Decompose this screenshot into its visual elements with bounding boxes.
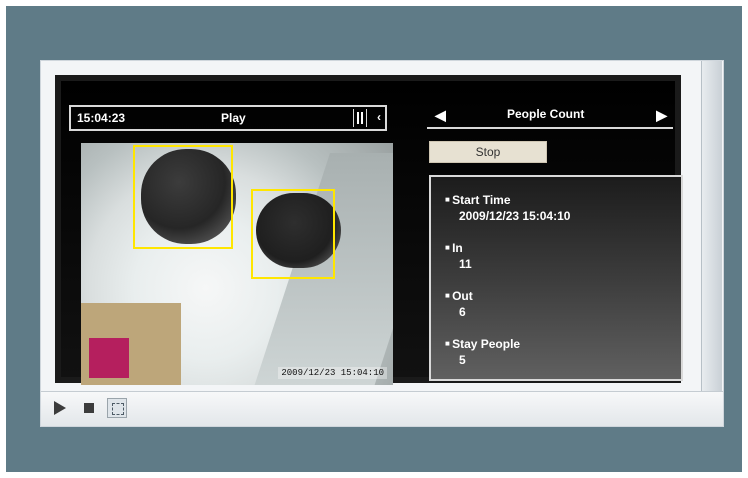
- right-arrow-icon[interactable]: ▶: [656, 107, 667, 124]
- play-icon[interactable]: [49, 398, 69, 418]
- video-frame: 2009/12/23 15:04:10: [81, 143, 393, 385]
- stat-value: 11: [459, 257, 472, 271]
- app-window: 15:04:23 Play ‹ 2009/12/23 15:04:10 ◀ Pe…: [40, 60, 724, 427]
- stat-label: In: [445, 241, 472, 255]
- playback-mode: Play: [221, 111, 246, 125]
- stat-label: Out: [445, 289, 473, 303]
- pause-icon[interactable]: [353, 109, 367, 127]
- store-display: [89, 338, 129, 378]
- stop-icon[interactable]: [79, 398, 99, 418]
- video-timestamp-overlay: 2009/12/23 15:04:10: [278, 367, 387, 379]
- stat-stay-people: Stay People 5: [445, 337, 520, 367]
- playback-time: 15:04:23: [77, 111, 126, 125]
- detection-box-1: [133, 145, 233, 249]
- stat-label: Stay People: [445, 337, 520, 351]
- panel-title: People Count: [507, 107, 585, 121]
- playback-controls: [41, 391, 723, 426]
- stat-value: 2009/12/23 15:04:10: [459, 209, 571, 223]
- stats-box: Start Time 2009/12/23 15:04:10 In 11 Out…: [429, 175, 683, 381]
- left-arrow-icon[interactable]: ◀: [435, 107, 446, 124]
- left-chevron-icon[interactable]: ‹: [377, 110, 381, 124]
- main-panel: 15:04:23 Play ‹ 2009/12/23 15:04:10 ◀ Pe…: [55, 75, 683, 385]
- stat-value: 6: [459, 305, 466, 319]
- stat-start-time: Start Time 2009/12/23 15:04:10: [445, 193, 570, 223]
- fullscreen-icon[interactable]: [107, 398, 127, 418]
- stat-value: 5: [459, 353, 466, 367]
- stat-label: Start Time: [445, 193, 570, 207]
- vertical-scrollbar[interactable]: [701, 61, 722, 391]
- detection-box-2: [251, 189, 335, 279]
- stat-out: Out 6: [445, 289, 473, 319]
- stop-button[interactable]: Stop: [429, 141, 547, 163]
- people-count-nav: ◀ People Count ▶: [427, 105, 673, 129]
- stat-in: In 11: [445, 241, 472, 271]
- video-header: 15:04:23 Play ‹: [69, 105, 387, 131]
